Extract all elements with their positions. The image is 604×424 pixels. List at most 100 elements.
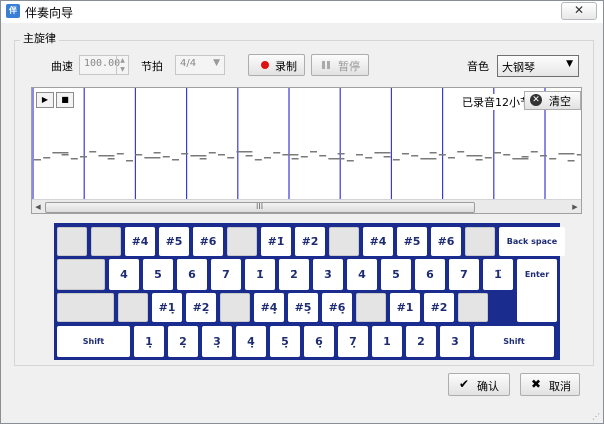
key-0-6[interactable]: #1̇ bbox=[261, 227, 291, 256]
key-0-13[interactable]: Back space bbox=[499, 227, 565, 256]
key-label: Shift bbox=[82, 337, 105, 346]
key-label: #6̇ bbox=[437, 235, 455, 248]
key-0-11[interactable]: #6̇ bbox=[431, 227, 461, 256]
tempo-spinbox[interactable]: 100.00 ▲ ▼ bbox=[79, 55, 129, 75]
key-0-2[interactable]: #4 bbox=[125, 227, 155, 256]
key-3-3[interactable]: 3̣ bbox=[202, 326, 232, 357]
key-3-8[interactable]: 1 bbox=[372, 326, 402, 357]
key-1-6[interactable]: 2̇ bbox=[279, 259, 309, 290]
key-0-4[interactable]: #6 bbox=[193, 227, 223, 256]
close-button[interactable]: ✕ bbox=[561, 2, 597, 20]
key-1-8[interactable]: 4̇ bbox=[347, 259, 377, 290]
key-1-4[interactable]: 7 bbox=[211, 259, 241, 290]
note-mark bbox=[107, 158, 115, 160]
note-mark bbox=[300, 156, 308, 158]
key-1-2[interactable]: 5 bbox=[143, 259, 173, 290]
key-1-1[interactable]: 4 bbox=[109, 259, 139, 290]
meter-label: 节拍 bbox=[141, 60, 163, 73]
key-0-7[interactable]: #2̇ bbox=[295, 227, 325, 256]
ok-button-label: 确认 bbox=[477, 380, 499, 393]
record-button[interactable]: 录制 bbox=[248, 54, 305, 76]
ok-button[interactable]: ✔ 确认 bbox=[448, 373, 510, 396]
key-3-4[interactable]: 4̣ bbox=[236, 326, 266, 357]
key-3-6[interactable]: 6̣ bbox=[304, 326, 334, 357]
note-mark bbox=[438, 154, 446, 156]
note-mark bbox=[208, 152, 216, 154]
melody-roll[interactable]: ▶ ■ 已录音12小节 ✕ 清空 ◀ III ▶ bbox=[31, 87, 582, 214]
key-3-11[interactable]: Shift bbox=[474, 326, 554, 357]
title-bar: 伴 伴奏向导 ✕ bbox=[1, 1, 603, 23]
note-mark bbox=[126, 160, 133, 162]
key-2-10[interactable]: #2 bbox=[424, 293, 454, 322]
cancel-button[interactable]: ✖ 取消 bbox=[520, 373, 580, 396]
key-1-9[interactable]: 5̇ bbox=[381, 259, 411, 290]
key-0-9[interactable]: #4̇ bbox=[363, 227, 393, 256]
note-mark bbox=[181, 153, 189, 155]
key-1-11[interactable]: 7̇ bbox=[449, 259, 479, 290]
note-mark bbox=[34, 159, 41, 161]
blank-key bbox=[329, 227, 359, 256]
horizontal-scrollbar[interactable]: ◀ III ▶ bbox=[32, 199, 581, 213]
note-mark bbox=[475, 159, 483, 161]
note-mark bbox=[116, 153, 124, 155]
virtual-keyboard: #4 #5 #6 #1̇ #2̇ #4̇ #5̇ #6̇ Back space 4 5 6 7 1̇ 2̇ 3… bbox=[54, 223, 565, 360]
tempo-label: 曲速 bbox=[51, 60, 73, 73]
key-3-1[interactable]: 1̣ bbox=[134, 326, 164, 357]
pause-button[interactable]: 暂停 bbox=[311, 54, 369, 76]
window-title: 伴奏向导 bbox=[25, 6, 74, 20]
scroll-left-icon[interactable]: ◀ bbox=[32, 200, 44, 213]
resize-grip-icon[interactable]: ⋰ bbox=[592, 412, 602, 422]
key-label: #2̇ bbox=[301, 235, 319, 248]
meter-select[interactable]: 4/4 ▼ bbox=[175, 55, 225, 75]
key-label: 7 bbox=[222, 268, 230, 281]
key-label: 1̈ bbox=[494, 268, 502, 281]
key-0-10[interactable]: #5̇ bbox=[397, 227, 427, 256]
key-1-12[interactable]: 1̈ bbox=[483, 259, 513, 290]
pause-button-label: 暂停 bbox=[338, 60, 360, 73]
key-label: 4 bbox=[120, 268, 128, 281]
key-1-13[interactable]: Enter bbox=[517, 259, 557, 322]
key-label: 7̇ bbox=[460, 268, 468, 281]
chevron-down-icon: ▼ bbox=[213, 58, 220, 68]
key-2-9[interactable]: #1 bbox=[390, 293, 420, 322]
key-label: #6̣ bbox=[328, 301, 346, 314]
key-label: 2̣ bbox=[179, 335, 187, 348]
blank-key bbox=[227, 227, 257, 256]
key-3-2[interactable]: 2̣ bbox=[168, 326, 198, 357]
key-2-7[interactable]: #6̣ bbox=[322, 293, 352, 322]
note-mark bbox=[558, 153, 575, 155]
note-mark bbox=[512, 158, 529, 160]
key-label: #5̣ bbox=[294, 301, 312, 314]
blank-key bbox=[356, 293, 386, 322]
key-0-3[interactable]: #5 bbox=[159, 227, 189, 256]
scroll-thumb[interactable]: III bbox=[45, 202, 475, 213]
key-1-5[interactable]: 1̇ bbox=[245, 259, 275, 290]
note-mark bbox=[383, 156, 391, 158]
play-button[interactable]: ▶ bbox=[36, 92, 54, 108]
key-3-0[interactable]: Shift bbox=[57, 326, 130, 357]
blank-key bbox=[220, 293, 250, 322]
note-mark bbox=[494, 152, 501, 154]
record-button-label: 录制 bbox=[275, 60, 297, 73]
key-label: #1̣ bbox=[158, 301, 176, 314]
voice-select[interactable]: 大钢琴 ▼ bbox=[497, 55, 579, 77]
key-2-5[interactable]: #4̣ bbox=[254, 293, 284, 322]
stop-button[interactable]: ■ bbox=[56, 92, 74, 108]
scroll-right-icon[interactable]: ▶ bbox=[569, 200, 581, 213]
key-2-3[interactable]: #2̣ bbox=[186, 293, 216, 322]
key-1-3[interactable]: 6 bbox=[177, 259, 207, 290]
key-1-10[interactable]: 6̇ bbox=[415, 259, 445, 290]
key-label: 2̇ bbox=[290, 268, 298, 281]
key-3-5[interactable]: 5̣ bbox=[270, 326, 300, 357]
note-mark bbox=[356, 154, 363, 156]
note-mark bbox=[227, 157, 235, 159]
key-3-10[interactable]: 3 bbox=[440, 326, 470, 357]
key-2-2[interactable]: #1̣ bbox=[152, 293, 182, 322]
key-2-6[interactable]: #5̣ bbox=[288, 293, 318, 322]
clear-button[interactable]: ✕ 清空 bbox=[524, 91, 581, 110]
tempo-spin-arrows-icon[interactable]: ▲ ▼ bbox=[116, 56, 128, 74]
record-icon bbox=[261, 61, 269, 69]
key-3-7[interactable]: 7̣ bbox=[338, 326, 368, 357]
key-1-7[interactable]: 3̇ bbox=[313, 259, 343, 290]
key-3-9[interactable]: 2 bbox=[406, 326, 436, 357]
